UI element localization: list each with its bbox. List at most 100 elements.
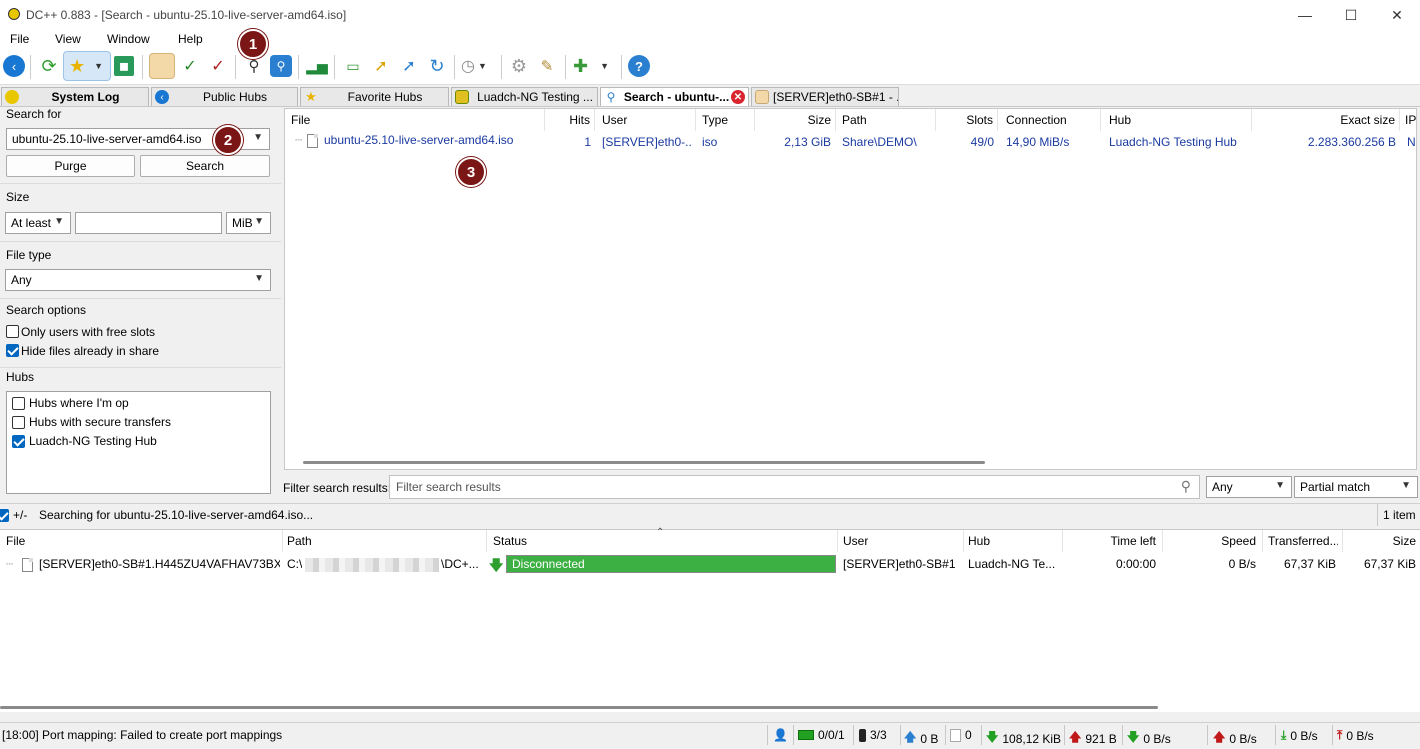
download-arrow-icon: 🡇 [1127, 730, 1140, 744]
free-slots-checkbox[interactable] [6, 325, 19, 338]
adl-search-icon[interactable]: ⚲ [270, 55, 292, 77]
title-bar: DC++ 0.883 - [Search - ubuntu-25.10-live… [0, 0, 1420, 30]
col-slots[interactable]: Slots [936, 109, 998, 131]
filter-column-select[interactable]: Any ▼ [1206, 476, 1292, 498]
notepad-icon[interactable]: ✎ [535, 54, 559, 78]
finished-downloads-icon[interactable]: ✓ [178, 54, 202, 78]
match-queue-icon[interactable]: ➚ [397, 54, 421, 78]
status-toggle-checkbox[interactable] [0, 509, 9, 522]
search-results-list[interactable]: File Hits User Type Size Path Slots Conn… [284, 108, 1417, 470]
users-icon[interactable]: ◼ [114, 56, 134, 76]
col-user[interactable]: User [843, 534, 868, 548]
col-transferred[interactable]: Transferred... [1268, 534, 1338, 548]
minimize-button[interactable]: — [1282, 0, 1328, 30]
menu-help[interactable]: Help [178, 32, 203, 46]
filter-label: Filter search results: [283, 481, 392, 495]
toolbar: ‹ ⟳ ★ ▼ ◼ ✓ ✓ ⚲ ⚲ ▂▅ ▭ ➚ ➚ ↻ ◷ ▼ ⚙ ✎ ✚ ▼ ? [0, 49, 1420, 85]
transfer-user: [SERVER]eth0-SB#1 [843, 557, 956, 571]
dcpp-app-icon [8, 8, 20, 20]
result-file-cell[interactable]: ubuntu-25.10-live-server-amd64.iso [307, 133, 513, 148]
refresh-share-icon[interactable]: ↻ [425, 54, 449, 78]
col-hub[interactable]: Hub [968, 534, 990, 548]
hub-luadch-label[interactable]: Luadch-NG Testing Hub [29, 434, 157, 448]
size-mode-value: At least [11, 216, 52, 230]
transfer-hub: Luadch-NG Te... [968, 557, 1056, 571]
download-arrow-icon: 🡇 [986, 730, 999, 744]
horizontal-scrollbar[interactable] [303, 461, 985, 464]
hub-secure-checkbox[interactable] [12, 416, 25, 429]
hub-op-checkbox[interactable] [12, 397, 25, 410]
file-icon [307, 133, 318, 148]
col-user[interactable]: User [597, 109, 696, 131]
menu-window[interactable]: Window [107, 32, 150, 46]
maximize-button[interactable]: ☐ [1328, 0, 1374, 30]
menu-view[interactable]: View [55, 32, 81, 46]
tab-label: Favorite Hubs [347, 90, 423, 104]
result-slots: 49/0 [970, 135, 994, 149]
purge-button[interactable]: Purge [6, 155, 135, 177]
close-button[interactable]: ✕ [1374, 0, 1420, 30]
favorite-hubs-star-icon[interactable]: ★ ▼ [63, 51, 111, 81]
col-size[interactable]: Size [1342, 534, 1416, 548]
user-icon: 👤 [773, 728, 788, 742]
col-time-left[interactable]: Time left [1062, 534, 1156, 548]
tab-hub-luadch[interactable]: Luadch-NG Testing ... [451, 87, 598, 106]
col-ip[interactable]: IP [1401, 109, 1417, 131]
close-tab-icon[interactable]: ✕ [731, 90, 745, 104]
free-slots-label[interactable]: Only users with free slots [21, 325, 155, 339]
hub-secure-label[interactable]: Hubs with secure transfers [29, 415, 171, 429]
reconnect-icon[interactable]: ⟳ [37, 54, 61, 78]
col-path[interactable]: Path [836, 109, 936, 131]
tree-connector: ┄ [6, 557, 14, 571]
col-connection[interactable]: Connection [998, 109, 1101, 131]
plugins-icon[interactable]: ✚ ▼ [573, 54, 619, 78]
dcpp-icon [5, 90, 19, 104]
col-exact-size[interactable]: Exact size [1252, 109, 1400, 131]
queue-icon[interactable] [149, 53, 175, 79]
size-unit-select[interactable]: MiB ▼ [226, 212, 271, 234]
col-status[interactable]: Status [493, 534, 527, 548]
col-speed[interactable]: Speed [1162, 534, 1256, 548]
size-value-input[interactable] [75, 212, 222, 234]
col-file[interactable]: File [291, 109, 545, 131]
col-size[interactable]: Size [755, 109, 836, 131]
tab-favorite-hubs[interactable]: ★ Favorite Hubs [300, 87, 449, 106]
hub-luadch-checkbox[interactable] [12, 435, 25, 448]
col-path[interactable]: Path [287, 534, 312, 548]
transfers-list[interactable]: File Path Status ⌃ User Hub Time left Sp… [0, 527, 1420, 712]
size-mode-select[interactable]: At least ▼ [5, 212, 71, 234]
tab-system-log[interactable]: System Log [1, 87, 149, 106]
search-button[interactable]: Search [140, 155, 270, 177]
col-type[interactable]: Type [696, 109, 755, 131]
open-filelist-icon[interactable]: ▭ [341, 54, 365, 78]
hub-op-label[interactable]: Hubs where I'm op [29, 396, 129, 410]
open-own-list-icon[interactable]: ➚ [369, 54, 393, 78]
callout-badge-1: 1 [238, 29, 268, 59]
upload-rate: 0 B/s [1229, 731, 1257, 746]
hide-shared-label[interactable]: Hide files already in share [21, 344, 159, 358]
col-file[interactable]: File [6, 534, 25, 548]
hide-shared-checkbox[interactable] [6, 344, 19, 357]
clock-icon[interactable]: ◷ ▼ [461, 54, 495, 78]
toggle-label[interactable]: +/- [13, 508, 27, 522]
chevron-down-icon[interactable]: ▼ [253, 132, 263, 143]
col-hits[interactable]: Hits [545, 109, 595, 131]
file-type-select[interactable]: Any ▼ [5, 269, 271, 291]
col-hub[interactable]: Hub [1101, 109, 1252, 131]
menu-file[interactable]: File [10, 32, 29, 46]
help-icon[interactable]: ? [628, 55, 650, 77]
tab-search[interactable]: ⚲ Search - ubuntu-... ✕ [600, 87, 749, 106]
settings-gear-icon[interactable]: ⚙ [507, 54, 531, 78]
network-stats-icon[interactable]: ▂▅ [305, 54, 329, 78]
transfer-file-cell[interactable]: [SERVER]eth0-SB#1.H445ZU4VAFHAV73BXS... [22, 557, 280, 572]
public-hubs-icon[interactable]: ‹ [3, 55, 25, 77]
filter-input[interactable]: Filter search results ⚲ [389, 475, 1200, 499]
tab-public-hubs[interactable]: ‹ Public Hubs [151, 87, 298, 106]
chevron-down-icon: ▼ [254, 216, 264, 227]
tab-filelist[interactable]: [SERVER]eth0-SB#1 - ... [751, 87, 899, 106]
horizontal-scrollbar[interactable] [0, 706, 1158, 709]
result-hits: 1 [584, 135, 591, 149]
finished-uploads-icon[interactable]: ✓ [206, 54, 230, 78]
search-status-bar: +/- Searching for ubuntu-25.10-live-serv… [0, 503, 1420, 526]
filter-mode-select[interactable]: Partial match ▼ [1294, 476, 1418, 498]
